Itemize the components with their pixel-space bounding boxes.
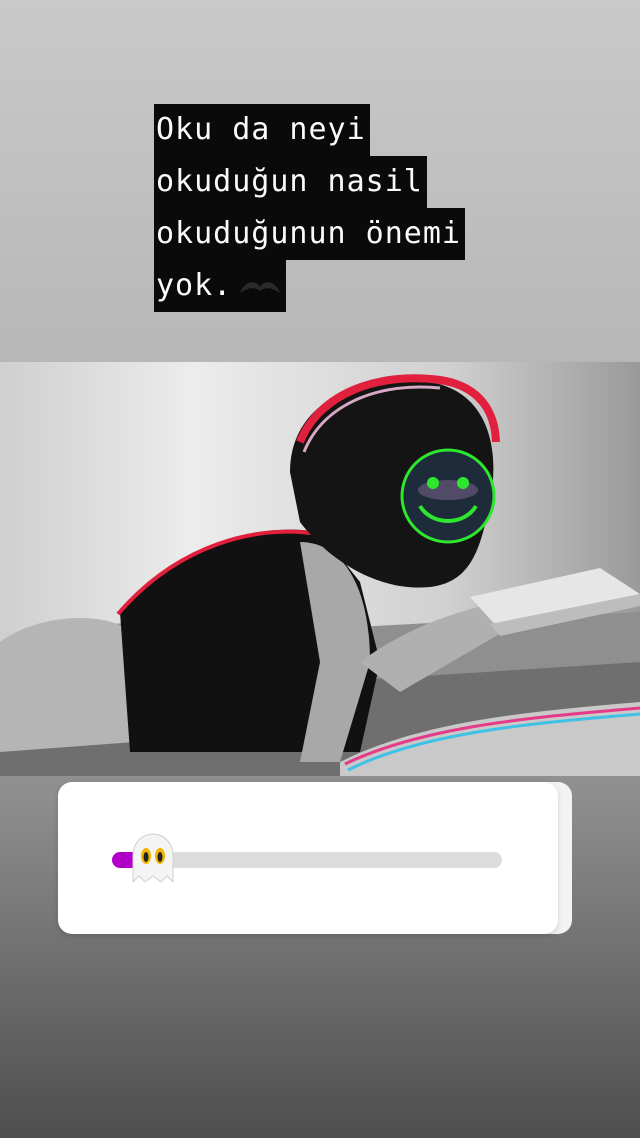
black-heart-icon [240, 281, 281, 293]
story-photo [0, 362, 640, 776]
caption-emoji: 🖤 [282, 260, 283, 261]
caption-line-4-text: yok. [156, 268, 233, 303]
ghost-icon[interactable] [125, 832, 181, 888]
emoji-slider-sticker: 👻 [58, 782, 558, 934]
smiley-face-icon [400, 448, 496, 544]
slider-emoji: 👻 [58, 782, 59, 783]
story-caption: Oku da neyi okuduğun nasil okuduğunun ön… [154, 104, 465, 312]
caption-line-2: okuduğun nasil [154, 156, 427, 208]
caption-line-1: Oku da neyi [154, 104, 370, 156]
caption-line-3: okuduğunun önemi [154, 208, 465, 260]
caption-line-4: yok. 🖤 [154, 260, 287, 312]
